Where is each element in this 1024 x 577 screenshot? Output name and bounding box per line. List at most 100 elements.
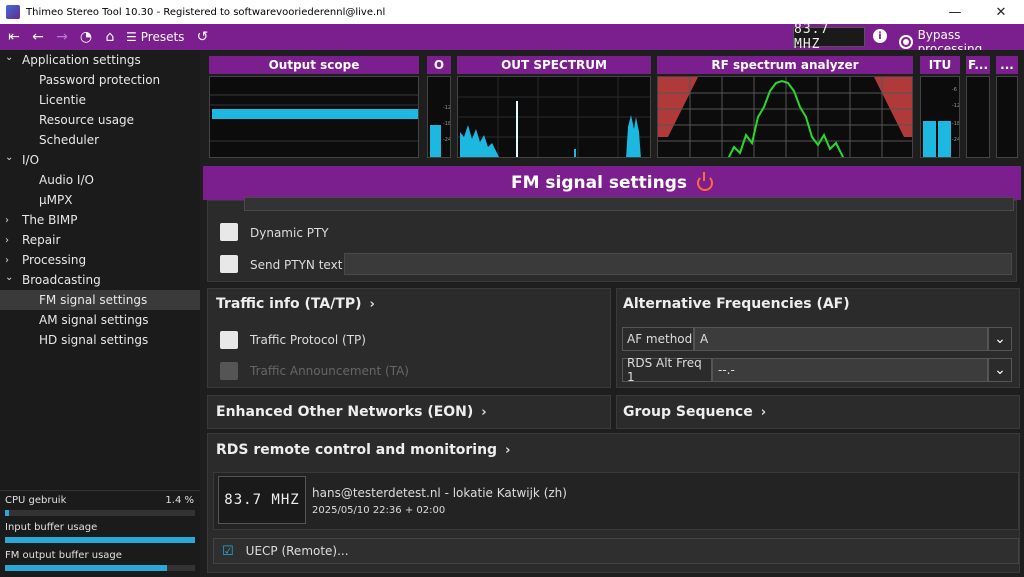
eon-title: Enhanced Other Networks (EON) › [216, 404, 487, 420]
traffic-info-panel: Traffic info (TA/TP) › Traffic Protocol … [207, 288, 611, 388]
chevron-right-icon: › [5, 234, 9, 246]
sidebar-item-fm-signal-settings[interactable]: FM signal settings [0, 290, 200, 310]
af-method-label: AF method [622, 327, 694, 351]
sidebar-item-label: Application settings [22, 53, 141, 67]
output-scope-header[interactable]: Output scope [209, 56, 419, 74]
dynamic-pty-label: Dynamic PTY [250, 226, 329, 240]
sidebar-item-password-protection[interactable]: Password protection [0, 70, 200, 90]
sidebar-item-label: Scheduler [39, 133, 100, 147]
sidebar-item-resource-usage[interactable]: Resource usage [0, 110, 200, 130]
af-method-select[interactable]: A [694, 327, 988, 351]
checklist-icon: ☑ [222, 543, 234, 559]
uecp-remote-button[interactable]: ☑ UECP (Remote)... [213, 538, 1019, 564]
svg-text:-24: -24 [443, 137, 451, 143]
svg-text:-12: -12 [952, 103, 960, 109]
af-method-dropdown-icon[interactable]: ⌄ [988, 327, 1012, 351]
pty-combo-partial[interactable] [244, 197, 1014, 211]
eon-panel[interactable]: Enhanced Other Networks (EON) › [207, 395, 611, 429]
ptyn-text-input[interactable] [344, 253, 1012, 275]
cpu-usage-value: 1.4 % [165, 495, 194, 506]
group-sequence-title-text: Group Sequence [623, 404, 753, 420]
sidebar-item-label: µMPX [39, 193, 73, 207]
rf-spectrum-graph [658, 77, 912, 157]
home-icon[interactable]: ⌂ [98, 24, 122, 50]
sidebar-item-repair[interactable]: › Repair [0, 230, 200, 250]
sidebar-item-label: Repair [22, 233, 61, 247]
sidebar-item-label: FM signal settings [39, 293, 148, 307]
forward-arrow-icon[interactable]: → [50, 24, 74, 50]
f-meter-header[interactable]: F... [966, 56, 990, 74]
fm-signal-settings-header: FM signal settings [203, 166, 1021, 200]
fm-header-title: FM signal settings [510, 173, 687, 193]
send-ptyn-label: Send PTYN text [250, 258, 343, 272]
output-scope-display [209, 76, 419, 158]
main-toolbar: ⇤ ← → ◔ ⌂ ☰ Presets ↺ i Bypass processin… [0, 24, 1024, 56]
group-sequence-panel[interactable]: Group Sequence › [616, 395, 1020, 429]
sidebar-item-scheduler[interactable]: Scheduler [0, 130, 200, 150]
o-meter: -12 -18 -24 [427, 76, 451, 158]
traffic-protocol-checkbox[interactable] [220, 331, 238, 349]
itu-meter-graph: -6 -12 -18 -24 [923, 87, 960, 157]
traffic-info-title[interactable]: Traffic info (TA/TP) › [216, 296, 375, 312]
sidebar-item-licentie[interactable]: Licentie [0, 90, 200, 110]
traffic-announcement-label: Traffic Announcement (TA) [250, 364, 409, 378]
minimize-button[interactable]: — [932, 0, 978, 24]
cpu-usage-bar [5, 510, 195, 516]
sidebar-item-the-bimp[interactable]: › The BIMP [0, 210, 200, 230]
presets-button[interactable]: ☰ Presets [126, 30, 184, 44]
sidebar-item-label: The BIMP [22, 213, 78, 227]
sidebar-item-label: Resource usage [39, 113, 135, 127]
sidebar-item-label: AM signal settings [39, 313, 149, 327]
traffic-protocol-label: Traffic Protocol (TP) [250, 333, 366, 347]
sidebar-item-mpx[interactable]: µMPX [0, 190, 200, 210]
back-arrow-icon[interactable]: ← [26, 24, 50, 50]
dynamic-pty-checkbox[interactable] [220, 223, 238, 241]
chevron-right-icon: › [481, 404, 487, 420]
info-icon[interactable]: i [873, 29, 887, 43]
svg-text:-24: -24 [952, 137, 960, 143]
sidebar-item-label: HD signal settings [39, 333, 149, 347]
svg-text:-18: -18 [952, 121, 960, 127]
group-sequence-title: Group Sequence › [623, 404, 766, 420]
rf-spectrum-header[interactable]: RF spectrum analyzer [657, 56, 913, 74]
dashboard-icon[interactable]: ◔ [74, 24, 98, 50]
chevron-down-icon: ⌄ [5, 271, 14, 283]
out-spectrum-header[interactable]: OUT SPECTRUM [457, 56, 651, 74]
close-button[interactable]: ✕ [978, 0, 1024, 24]
f-meter [966, 76, 990, 158]
sidebar-item-am-signal-settings[interactable]: AM signal settings [0, 310, 200, 330]
fm-output-buffer-label: FM output buffer usage [5, 550, 122, 561]
sidebar-item-i-o[interactable]: ⌄ I/O [0, 150, 200, 170]
jump-start-icon[interactable]: ⇤ [2, 24, 26, 50]
rds-alt-freq-dropdown-icon[interactable]: ⌄ [988, 358, 1012, 382]
out-spectrum-display [457, 76, 651, 158]
rf-spectrum-display [657, 76, 913, 158]
itu-meter-header[interactable]: ITU [920, 56, 960, 74]
sidebar-item-label: Broadcasting [22, 273, 101, 287]
sidebar-item-label: Password protection [39, 73, 161, 87]
chevron-right-icon: › [760, 404, 767, 420]
o-meter-header[interactable]: O [427, 56, 451, 74]
chevron-right-icon: › [369, 296, 375, 312]
undo-icon[interactable]: ↺ [190, 24, 214, 50]
sidebar-item-label: Licentie [39, 93, 87, 107]
chevron-right-icon: › [5, 214, 9, 226]
send-ptyn-checkbox[interactable] [220, 255, 238, 273]
rds-alt-freq-select[interactable]: --.- [712, 358, 988, 382]
fm-output-buffer-bar [5, 565, 195, 571]
power-icon[interactable] [697, 172, 713, 191]
alternative-frequencies-panel: Alternative Frequencies (AF) AF method A… [616, 288, 1020, 388]
sidebar-item-processing[interactable]: › Processing [0, 250, 200, 270]
sidebar-item-application-settings[interactable]: ⌄ Application settings [0, 50, 200, 70]
out-spectrum-graph [458, 77, 650, 157]
svg-text:-12: -12 [443, 105, 451, 111]
rds-remote-panel: RDS remote control and monitoring › 83.7… [207, 433, 1020, 573]
sidebar-item-label: I/O [22, 153, 40, 167]
sidebar-item-broadcasting[interactable]: ⌄ Broadcasting [0, 270, 200, 290]
svg-text:-18: -18 [443, 121, 451, 127]
input-buffer-bar [5, 537, 195, 543]
rds-remote-title[interactable]: RDS remote control and monitoring › [216, 442, 510, 458]
sidebar-item-audio-i-o[interactable]: Audio I/O [0, 170, 200, 190]
more-meter-header[interactable]: ... [996, 56, 1018, 74]
sidebar-item-hd-signal-settings[interactable]: HD signal settings [0, 330, 200, 350]
